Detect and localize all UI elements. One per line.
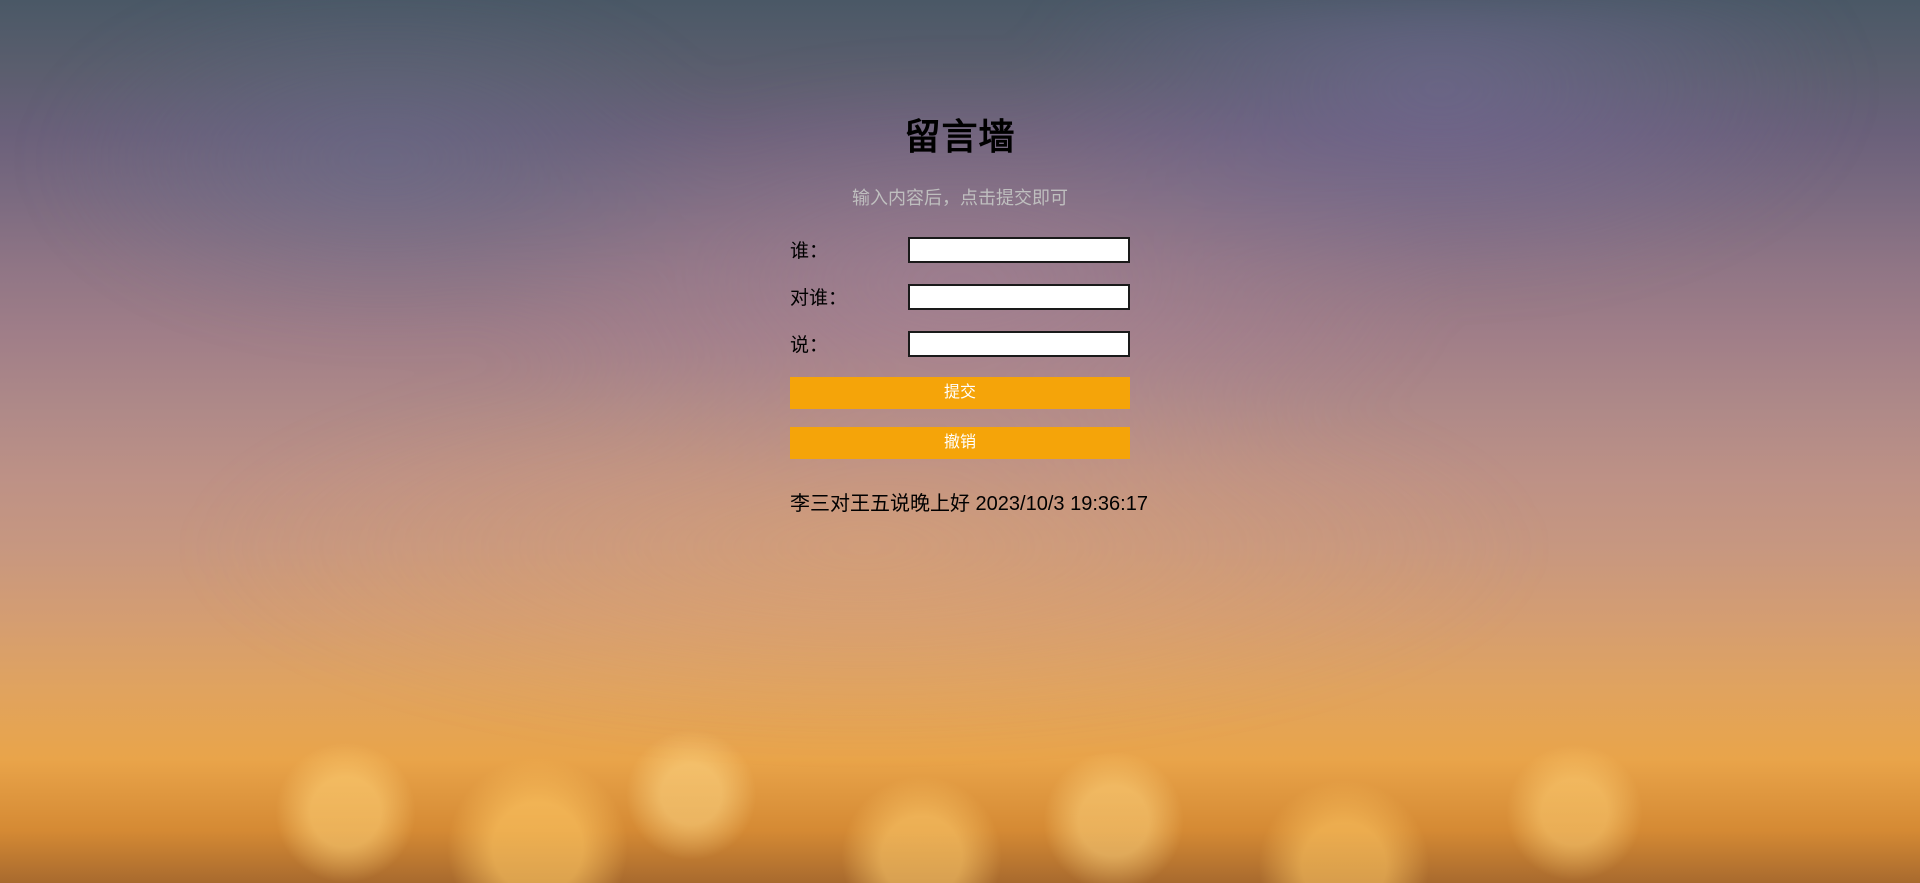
say-row: 说： (790, 330, 1130, 357)
page-subtitle: 输入内容后，点击提交即可 (790, 184, 1130, 210)
who-row: 谁： (790, 236, 1130, 263)
to-input[interactable] (908, 284, 1130, 310)
who-label: 谁： (790, 236, 908, 263)
who-input[interactable] (908, 237, 1130, 263)
page-title: 留言墙 (790, 108, 1130, 160)
say-input[interactable] (908, 331, 1130, 357)
undo-button[interactable]: 撤销 (790, 427, 1130, 459)
submit-button[interactable]: 提交 (790, 377, 1130, 409)
message-wall-panel: 留言墙 输入内容后，点击提交即可 谁： 对谁： 说： 提交 撤销 李三对王五说晚… (790, 0, 1130, 516)
say-label: 说： (790, 330, 908, 357)
to-label: 对谁： (790, 283, 908, 310)
to-row: 对谁： (790, 283, 1130, 310)
message-item: 李三对王五说晚上好 2023/10/3 19:36:17 (790, 487, 1130, 516)
